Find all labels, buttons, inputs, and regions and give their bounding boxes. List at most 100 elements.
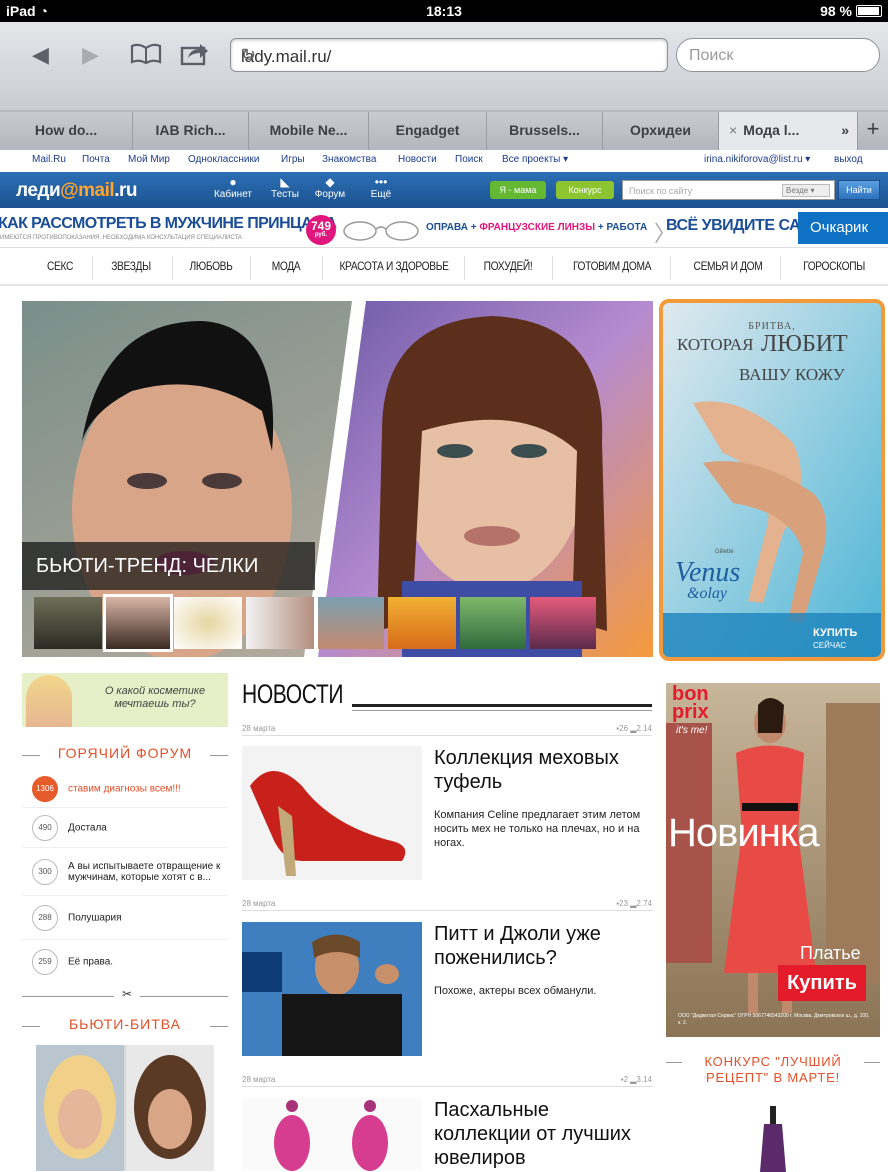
tab-5[interactable]: Brussels... [487, 112, 603, 150]
more-link[interactable]: ••• Ещё [354, 175, 408, 200]
recipe-contest[interactable]: КОНКУРС "ЛУЧШИЙ РЕЦЕПТ" В МАРТЕ! [666, 1050, 880, 1172]
search-scope-select[interactable]: Везде ▾ [782, 184, 830, 197]
nav-item-sex[interactable]: СЕКС [35, 259, 86, 273]
user-icon: ● [229, 175, 237, 189]
chat-icon: ◆ [325, 175, 335, 189]
bonprix-logo-2: prix [672, 701, 709, 723]
tab-3[interactable]: Mobile Ne... [249, 112, 369, 150]
forum-item[interactable]: 259 Её права. [22, 940, 228, 984]
title-underline-thin [352, 710, 652, 711]
portal-link[interactable]: Мой Мир [128, 154, 170, 165]
contest-button[interactable]: Конкурс [556, 181, 614, 199]
portal-link[interactable]: Новости [398, 154, 437, 165]
portal-link[interactable]: Поиск [455, 154, 483, 165]
news-title[interactable]: Пасхальные коллекции от лучших ювелиров [434, 1098, 650, 1170]
ad-cta[interactable]: КУПИТЬ [813, 627, 857, 639]
tab-label: IAB Rich... [155, 122, 226, 138]
bookmarks-icon[interactable] [130, 42, 162, 66]
thumbnail[interactable] [388, 597, 456, 649]
share-icon[interactable] [180, 40, 210, 66]
tab-6[interactable]: Орхидеи [603, 112, 719, 150]
reply-count-badge: 288 [32, 904, 58, 931]
portal-link[interactable]: Одноклассники [188, 154, 259, 165]
thumbnail[interactable] [174, 597, 242, 649]
portal-menu: Mail.Ru Почта Мой Мир Одноклассники Игры… [0, 150, 888, 172]
forum-link[interactable]: ◆ Форум [303, 175, 357, 200]
portal-link[interactable]: Mail.Ru [32, 154, 66, 165]
tab-2[interactable]: IAB Rich... [133, 112, 249, 150]
new-tab-button[interactable]: + [858, 112, 888, 150]
promo-text: О какой косметике мечтаешь ты? [104, 685, 206, 710]
address-bar[interactable]: lady.mail.ru/ ↻ [230, 38, 668, 72]
thumbnail-active[interactable] [103, 594, 173, 652]
tab-label: Engadget [395, 122, 460, 138]
forward-icon[interactable]: ▶ [82, 42, 99, 68]
ad-headline: Новинка [668, 811, 819, 855]
buy-button[interactable]: Купить [778, 965, 866, 1001]
thumbnail[interactable] [318, 597, 384, 649]
forum-item-title: Её права. [68, 956, 114, 968]
cosmetics-promo[interactable]: О какой косметике мечтаешь ты? [22, 673, 228, 727]
banner-offer: ОПРАВА + ФРАНЦУЗСКИЕ ЛИНЗЫ + РАБОТА [426, 222, 648, 233]
bonprix-ad[interactable]: bon prix it's me! Новинка Платье Купить … [666, 683, 880, 1037]
glasses-banner-ad[interactable]: КАК РАССМОТРЕТЬ В МУЖЧИНЕ ПРИНЦА ЗА ИМЕЮ… [0, 208, 888, 248]
forum-item-title: Достала [68, 822, 107, 833]
beauty-battle-image[interactable] [36, 1045, 214, 1171]
forum-item[interactable]: 1306 ставим диагнозы всем!!! [22, 770, 228, 808]
reply-count-badge: 259 [32, 949, 58, 975]
bonprix-tag: it's me! [676, 725, 708, 736]
promo-avatar [26, 675, 72, 727]
nav-item-horoscopes[interactable]: ГОРОСКОПЫ [793, 259, 875, 273]
portal-link[interactable]: Почта [82, 154, 110, 165]
nav-item-cooking[interactable]: ГОТОВИМ ДОМА [564, 259, 659, 273]
tab-close-icon[interactable]: × [729, 122, 737, 138]
news-image[interactable] [242, 1098, 422, 1171]
site-logo[interactable]: леди@mail.ru [16, 180, 137, 202]
browser-search-field[interactable]: Поиск [676, 38, 880, 72]
news-image[interactable] [242, 922, 422, 1056]
portal-link[interactable]: Знакомства [322, 154, 376, 165]
nav-item-fashion[interactable]: МОДА [261, 259, 312, 273]
portal-link[interactable]: Все проекты ▾ [502, 154, 568, 165]
back-icon[interactable]: ◀ [32, 42, 49, 68]
browser-search-placeholder: Поиск [689, 47, 734, 64]
thumbnail[interactable] [530, 597, 596, 649]
battery-percent: 98 % [820, 3, 852, 19]
reload-icon[interactable]: ↻ [241, 45, 657, 66]
contest-title: КОНКУРС "ЛУЧШИЙ РЕЦЕПТ" В МАРТЕ! [682, 1054, 864, 1086]
nav-item-love[interactable]: ЛЮБОВЬ [181, 259, 241, 273]
tab-label: Орхидеи [630, 122, 691, 138]
mama-button[interactable]: Я - мама [490, 181, 546, 199]
hero-slider[interactable]: БЬЮТИ-ТРЕНД: ЧЕЛКИ [22, 301, 653, 657]
pitt-photo [242, 922, 422, 1056]
forum-item-title: Полушария [68, 912, 122, 923]
glasses-icon [343, 221, 419, 241]
news-image[interactable] [242, 746, 422, 880]
nav-item-lose-weight[interactable]: ПОХУДЕЙ! [474, 259, 542, 273]
cabinet-link[interactable]: ● Кабинет [206, 175, 260, 200]
thumbnail[interactable] [246, 597, 314, 649]
tab-overflow-icon[interactable]: » [841, 112, 849, 148]
tab-4[interactable]: Engadget [369, 112, 487, 150]
site-search-button[interactable]: Найти [838, 180, 880, 200]
thumbnail[interactable] [460, 597, 526, 649]
portal-link[interactable]: Игры [281, 154, 305, 165]
logout-link[interactable]: выход [834, 154, 863, 165]
banner-headline: КАК РАССМОТРЕТЬ В МУЖЧИНЕ ПРИНЦА ЗА [0, 215, 337, 232]
forum-item[interactable]: 288 Полушария [22, 896, 228, 940]
nav-item-family[interactable]: СЕМЬЯ И ДОМ [684, 259, 772, 273]
user-menu[interactable]: irina.nikiforova@list.ru ▾ [704, 154, 810, 165]
site-search-input[interactable]: Поиск по сайту Везде ▾ [622, 180, 835, 200]
venus-ad[interactable]: БРИТВА, КОТОРАЯ ЛЮБИТ ВАШУ КОЖУ Gillette… [659, 299, 885, 661]
nav-item-stars[interactable]: ЗВЕЗДЫ [101, 259, 161, 273]
forum-item[interactable]: 490 Достала [22, 808, 228, 848]
news-title[interactable]: Питт и Джоли уже поженились? [434, 922, 650, 970]
forum-item[interactable]: 300 А вы испытываете отвращение к мужчина… [22, 848, 228, 896]
news-title[interactable]: Коллекция меховых туфель [434, 746, 650, 794]
tab-active[interactable]: × Мода l... » [719, 112, 858, 150]
nav-item-beauty-health[interactable]: КРАСОТА И ЗДОРОВЬЕ [333, 259, 455, 273]
tab-1[interactable]: How do... [0, 112, 133, 150]
ad-brand-gillette: Gillette [715, 549, 734, 555]
red-shoe-photo [250, 771, 406, 876]
thumbnail[interactable] [34, 597, 102, 649]
